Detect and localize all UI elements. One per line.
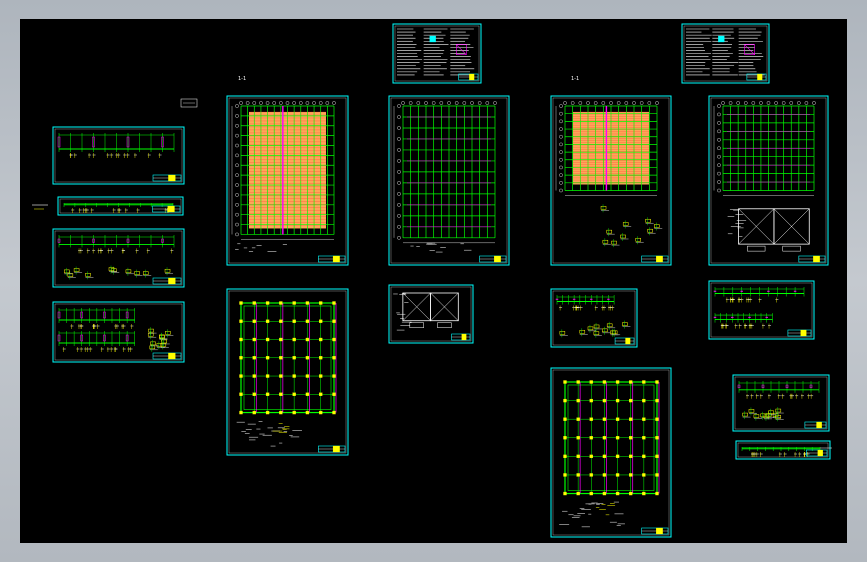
drawing-canvas[interactable]: 1-1 1-1 bbox=[20, 19, 847, 543]
drawing-sheet-elev-g[interactable] bbox=[735, 440, 831, 460]
drawing-sheet-plan-2[interactable] bbox=[388, 95, 510, 266]
drawing-sheet-detail-1[interactable] bbox=[388, 284, 474, 344]
drawing-sheet-notes-1[interactable] bbox=[392, 23, 482, 84]
drawing-sheet-detail-2[interactable] bbox=[550, 288, 638, 348]
drawing-sheet-elev-d[interactable] bbox=[52, 301, 185, 363]
drawing-sheet-plan-3[interactable] bbox=[550, 95, 672, 266]
drawing-sheet-plan-1[interactable] bbox=[226, 95, 349, 266]
drawing-sheet-plan-6[interactable] bbox=[550, 367, 672, 538]
drawing-sheet-elev-c[interactable] bbox=[52, 228, 185, 288]
drawing-sheet-plan-4[interactable] bbox=[708, 95, 829, 266]
cad-window: 1-1 1-1 bbox=[0, 0, 867, 562]
drawing-sheet-elev-a[interactable] bbox=[52, 126, 185, 185]
drawing-sheet-elev-e[interactable] bbox=[708, 280, 815, 340]
section-mark-2: 1-1 bbox=[571, 76, 580, 82]
drawing-sheet-elev-f[interactable] bbox=[732, 374, 830, 432]
drawing-sheet-plan-5[interactable] bbox=[226, 288, 349, 456]
drawing-sheet-elev-b[interactable] bbox=[57, 196, 184, 216]
section-mark-1: 1-1 bbox=[238, 76, 247, 82]
drawing-sheet-notes-2[interactable] bbox=[681, 23, 770, 84]
cad-drawing[interactable] bbox=[20, 19, 847, 543]
